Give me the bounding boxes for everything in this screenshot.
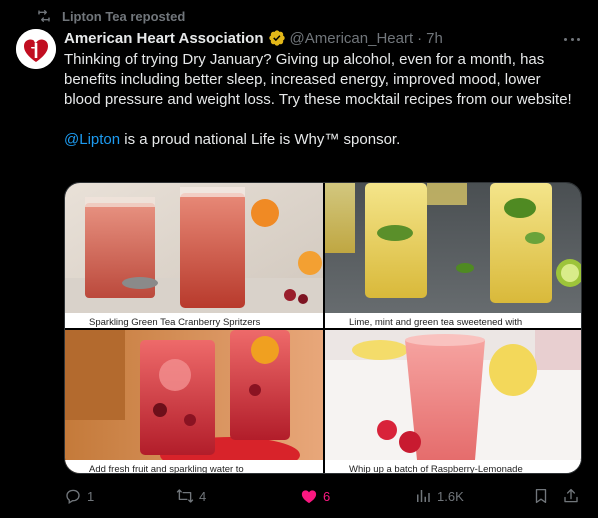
view-count: 1.6K <box>437 488 464 504</box>
verified-badge-icon[interactable] <box>268 29 286 47</box>
author-name[interactable]: American Heart Association <box>64 30 264 47</box>
reply-count: 1 <box>87 488 95 504</box>
media-caption: Whip up a batch of Raspberry-Lemonade <box>325 460 581 473</box>
like-count: 6 <box>323 488 331 504</box>
repost-label: Lipton Tea reposted <box>62 8 186 24</box>
tweet-action-bar: 1 4 6 1.6K <box>64 484 582 508</box>
author-handle[interactable]: @American_Heart <box>290 30 414 47</box>
media-image-fresh-fruit-sparkling[interactable]: Add fresh fruit and sparkling water to <box>65 330 323 473</box>
tweet-text: Thinking of trying Dry January? Giving u… <box>64 50 574 150</box>
sponsor-text: is a proud national Life is Why™ sponsor… <box>120 131 401 148</box>
tweet-sponsor-line: @Lipton is a proud national Life is Why™… <box>64 130 574 150</box>
share-button[interactable] <box>562 484 585 508</box>
lime-mint-tea-photo <box>325 183 581 328</box>
more-dot-icon <box>564 37 567 41</box>
more-dot-icon <box>570 37 574 41</box>
tweet-author-header: American Heart Association @American_Hea… <box>64 27 443 49</box>
repost-icon <box>38 10 50 22</box>
repost-icon <box>176 489 194 503</box>
repost-count: 4 <box>199 488 207 504</box>
more-options-button[interactable] <box>562 30 582 48</box>
media-image-raspberry-lemonade[interactable]: Whip up a batch of Raspberry-Lemonade <box>325 330 581 473</box>
fresh-fruit-sparkling-photo <box>65 330 323 473</box>
views-button[interactable]: 1.6K <box>414 484 464 508</box>
like-button[interactable]: 6 <box>300 484 330 508</box>
bookmark-icon <box>535 488 547 504</box>
cranberry-spritzer-photo <box>65 183 323 328</box>
timestamp[interactable]: 7h <box>426 30 443 47</box>
repost-indicator[interactable]: Lipton Tea reposted <box>36 7 185 25</box>
share-icon <box>564 488 578 503</box>
reply-icon <box>66 489 80 504</box>
aha-heart-torch-logo <box>16 29 56 69</box>
more-dot-icon <box>577 37 580 41</box>
bookmark-button[interactable] <box>532 484 555 508</box>
media-caption: Lime, mint and green tea sweetened with <box>325 313 581 328</box>
media-caption: Add fresh fruit and sparkling water to <box>65 460 323 473</box>
repost-button[interactable]: 4 <box>176 484 206 508</box>
separator-dot: · <box>417 29 423 47</box>
views-bar-chart-icon <box>417 490 430 502</box>
raspberry-lemonade-photo <box>325 330 581 473</box>
heart-filled-icon <box>301 490 317 504</box>
reply-button[interactable]: 1 <box>64 484 94 508</box>
avatar[interactable] <box>16 29 56 69</box>
tweet-body: Thinking of trying Dry January? Giving u… <box>64 51 572 108</box>
media-caption: Sparkling Green Tea Cranberry Spritzers <box>65 313 323 328</box>
media-image-cranberry-spritzers[interactable]: Sparkling Green Tea Cranberry Spritzers <box>65 183 323 328</box>
media-image-lime-mint-tea[interactable]: Lime, mint and green tea sweetened with <box>325 183 581 328</box>
media-grid: Sparkling Green Tea Cranberry Spritzers <box>64 182 582 474</box>
mention-link[interactable]: @Lipton <box>64 131 120 148</box>
